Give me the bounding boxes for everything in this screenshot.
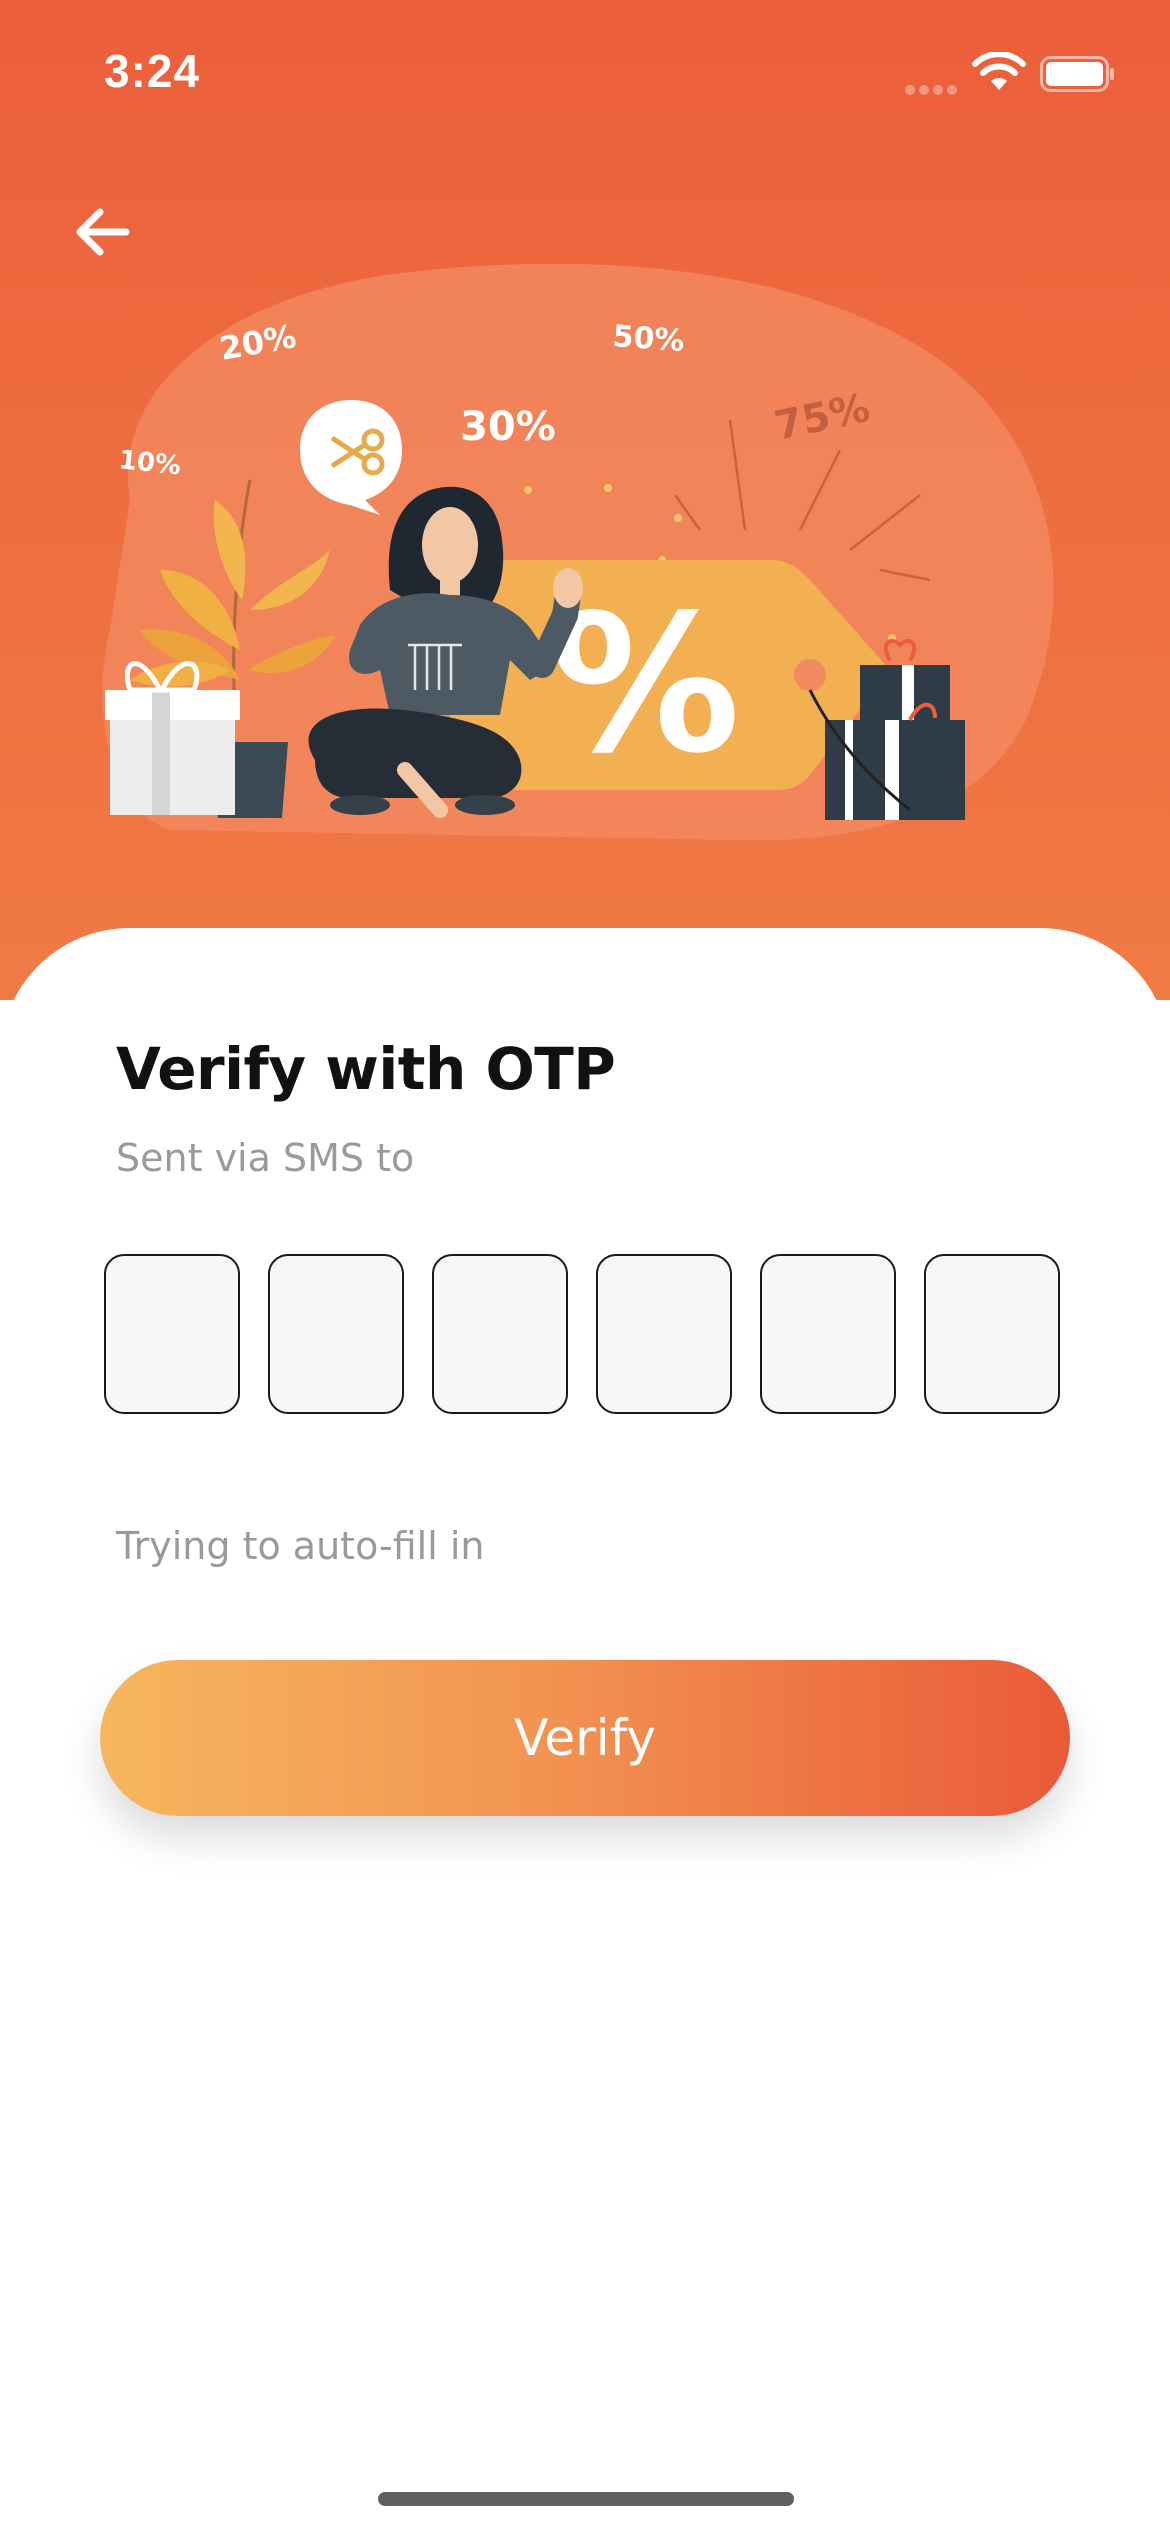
home-indicator[interactable] — [378, 2492, 794, 2506]
otp-digit-input[interactable] — [268, 1254, 404, 1414]
discount-label: 50% — [611, 319, 685, 359]
battery-icon — [1040, 56, 1114, 92]
status-bar: 3:24 — [0, 0, 1170, 140]
arrow-left-icon — [76, 208, 130, 256]
verify-button[interactable]: Verify — [100, 1660, 1070, 1816]
otp-digit-input[interactable] — [432, 1254, 568, 1414]
discount-label: 10% — [117, 445, 182, 481]
discount-label: 30% — [460, 404, 556, 450]
hero-banner: 3:24 10% 20% 30% 50% 75% % — [0, 0, 1170, 1000]
wifi-icon — [972, 52, 1026, 90]
cellular-signal-icon — [905, 80, 961, 99]
status-time: 3:24 — [104, 45, 201, 97]
otp-digit-input[interactable] — [924, 1254, 1060, 1414]
otp-digit-input[interactable] — [596, 1254, 732, 1414]
sale-illustration: 10% 20% 30% 50% 75% % — [102, 263, 1054, 841]
otp-digit-input[interactable] — [760, 1254, 896, 1414]
otp-input-group — [104, 1254, 1066, 1420]
sms-subtitle: Sent via SMS to — [116, 1136, 415, 1180]
page-title: Verify with OTP — [116, 1035, 616, 1103]
autofill-status: Trying to auto-fill in — [116, 1524, 485, 1568]
otp-digit-input[interactable] — [104, 1254, 240, 1414]
